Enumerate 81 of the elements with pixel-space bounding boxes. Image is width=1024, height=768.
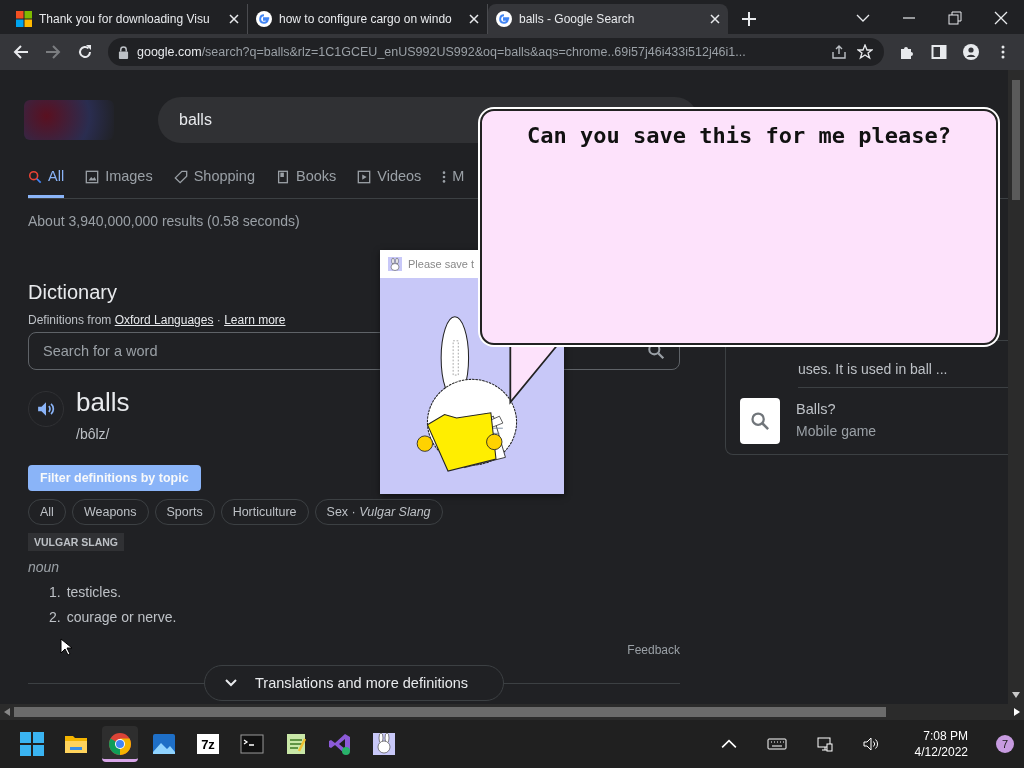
bunny-icon: [388, 257, 402, 271]
tab-title: Thank you for downloading Visu: [39, 12, 211, 26]
more-dots-icon: [442, 170, 447, 184]
volume-icon[interactable]: [862, 736, 879, 752]
notepad-icon: [284, 732, 308, 756]
video-icon: [357, 170, 372, 184]
topic-chip[interactable]: Weapons: [71, 499, 149, 525]
horizontal-scrollbar[interactable]: [0, 704, 1024, 720]
windows-logo-icon: [16, 11, 32, 27]
clock-time[interactable]: 7:08 PM: [923, 728, 968, 744]
pronounce-button[interactable]: [28, 391, 64, 427]
keyboard-icon[interactable]: [766, 736, 787, 752]
popup-title: Please save t: [408, 258, 475, 270]
more-definitions-button[interactable]: Translations and more definitions: [204, 665, 504, 701]
topic-chip[interactable]: Sex · Vulgar Slang: [314, 499, 443, 525]
close-icon[interactable]: [994, 11, 1008, 25]
part-of-speech: noun: [28, 559, 61, 575]
address-bar[interactable]: google.com/search?q=balls&rlz=1C1GCEU_enUS992US992&oq=balls&aqs=chrome..69i57j46i433i512j46i1...: [108, 38, 884, 66]
topic-chip[interactable]: All: [28, 499, 66, 525]
topic-chip[interactable]: Horticulture: [220, 499, 309, 525]
tag-icon: [173, 170, 188, 184]
archive-app-icon: 7z: [197, 734, 219, 754]
clock-date[interactable]: 4/12/2022: [914, 744, 968, 760]
item-title[interactable]: Balls?: [796, 401, 877, 417]
item-subtitle: Mobile game: [796, 423, 877, 439]
topic-chip[interactable]: Sports: [154, 499, 215, 525]
taskbar-app[interactable]: [102, 726, 138, 762]
notification-badge[interactable]: 7: [996, 735, 1014, 753]
search-tab[interactable]: Videos: [357, 166, 422, 198]
visual-studio-icon: [328, 732, 352, 756]
search-tab[interactable]: All: [28, 166, 65, 198]
photos-icon: [152, 732, 176, 756]
taskbar-app[interactable]: 7z: [196, 726, 220, 762]
scroll-down-arrow-icon[interactable]: [1012, 692, 1020, 698]
scroll-left-arrow-icon[interactable]: [4, 708, 10, 716]
restore-icon[interactable]: [948, 11, 962, 25]
bunny-icon: [372, 732, 396, 756]
search-tab[interactable]: Images: [85, 166, 153, 198]
url-text: google.com/search?q=balls&rlz=1C1GCEU_enUS992US992&oq=balls&aqs=chrome..69i57j46i433i512j46i1...: [137, 45, 747, 59]
tab-title: balls - Google Search: [519, 12, 636, 26]
google-g-icon: [496, 11, 512, 27]
scrollbar-thumb[interactable]: [14, 707, 886, 717]
sense-number: 2.: [49, 609, 61, 625]
definition-text: courage or nerve.: [66, 609, 177, 625]
image-icon: [85, 170, 100, 184]
search-icon: [740, 398, 780, 444]
sense-number: 1.: [49, 584, 61, 600]
google-g-icon: [256, 11, 272, 27]
scroll-right-arrow-icon[interactable]: [1014, 708, 1020, 716]
definition-text: testicles.: [66, 584, 122, 600]
search-tab[interactable]: Shopping: [173, 166, 255, 198]
speaker-icon: [37, 400, 55, 418]
close-icon[interactable]: [229, 14, 239, 24]
search-query: balls: [179, 111, 212, 129]
register-label: VULGAR SLANG: [28, 533, 124, 551]
mouse-cursor-icon: [60, 638, 72, 656]
close-icon[interactable]: [469, 14, 479, 24]
network-icon[interactable]: [816, 736, 833, 752]
new-tab-icon[interactable]: [742, 12, 756, 26]
headword: balls: [76, 386, 130, 418]
tab-title: how to configure cargo on windo: [279, 12, 453, 26]
feedback-link[interactable]: Feedback: [627, 643, 680, 657]
terminal-icon: [240, 732, 264, 756]
search-icon: [28, 170, 42, 184]
chevron-down-icon: [225, 679, 237, 687]
chrome-icon: [108, 732, 132, 756]
pronunciation: /bôlz/: [76, 426, 111, 442]
search-tab[interactable]: M: [442, 166, 465, 198]
vertical-scrollbar[interactable]: [1008, 70, 1024, 704]
scrollbar-thumb[interactable]: [1012, 80, 1020, 200]
learn-more-link[interactable]: Learn more: [224, 313, 286, 327]
lock-icon: [118, 45, 129, 59]
result-stats: About 3,940,000,000 results (0.58 seconds): [28, 213, 301, 229]
filter-tooltip: Filter definitions by topic: [28, 465, 201, 491]
close-icon[interactable]: [710, 14, 720, 24]
book-icon: [275, 170, 290, 184]
source-link[interactable]: Oxford Languages: [114, 313, 214, 327]
section-heading: Dictionary: [28, 281, 117, 304]
search-tab[interactable]: Books: [275, 166, 337, 198]
start-icon: [20, 732, 44, 756]
browser-tab[interactable]: balls - Google Search: [488, 4, 728, 34]
